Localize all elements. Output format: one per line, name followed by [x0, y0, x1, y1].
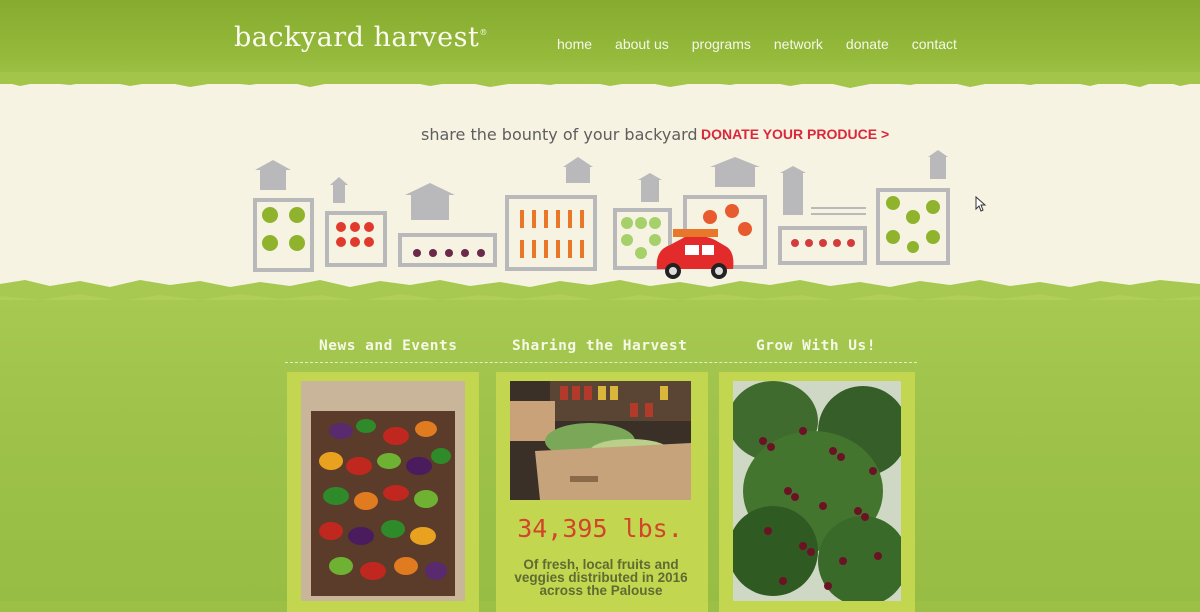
registered-mark: ®	[479, 28, 488, 37]
nav-home[interactable]: home	[557, 36, 592, 52]
nav-contact[interactable]: contact	[912, 36, 957, 52]
main-nav: home about us programs network donate co…	[557, 36, 980, 52]
sharing-harvest-heading[interactable]: Sharing the Harvest	[512, 338, 687, 354]
grow-with-us-heading[interactable]: Grow With Us!	[756, 338, 876, 354]
news-events-heading[interactable]: News and Events	[319, 338, 457, 354]
harvest-total: 34,395 lbs.	[517, 514, 683, 543]
mouse-cursor-icon	[975, 196, 987, 212]
torn-edge-top	[0, 72, 1200, 88]
heading-divider	[285, 362, 917, 363]
garden-illustration	[253, 150, 950, 279]
harvest-description: Of fresh, local fruits and veggies distr…	[514, 557, 688, 598]
nav-donate[interactable]: donate	[846, 36, 889, 52]
site-logo[interactable]: backyard harvest®	[234, 22, 488, 53]
nav-about-us[interactable]: about us	[615, 36, 669, 52]
cherry-tree-photo[interactable]	[733, 381, 901, 601]
pantry-photo[interactable]	[510, 381, 691, 500]
donate-produce-link[interactable]: DONATE YOUR PRODUCE >	[701, 126, 889, 142]
nav-network[interactable]: network	[774, 36, 823, 52]
logo-text: backyard harvest	[234, 22, 480, 53]
nav-programs[interactable]: programs	[692, 36, 751, 52]
hero-tagline: share the bounty of your backyard . . .	[421, 125, 729, 144]
peppers-photo[interactable]	[301, 381, 465, 601]
